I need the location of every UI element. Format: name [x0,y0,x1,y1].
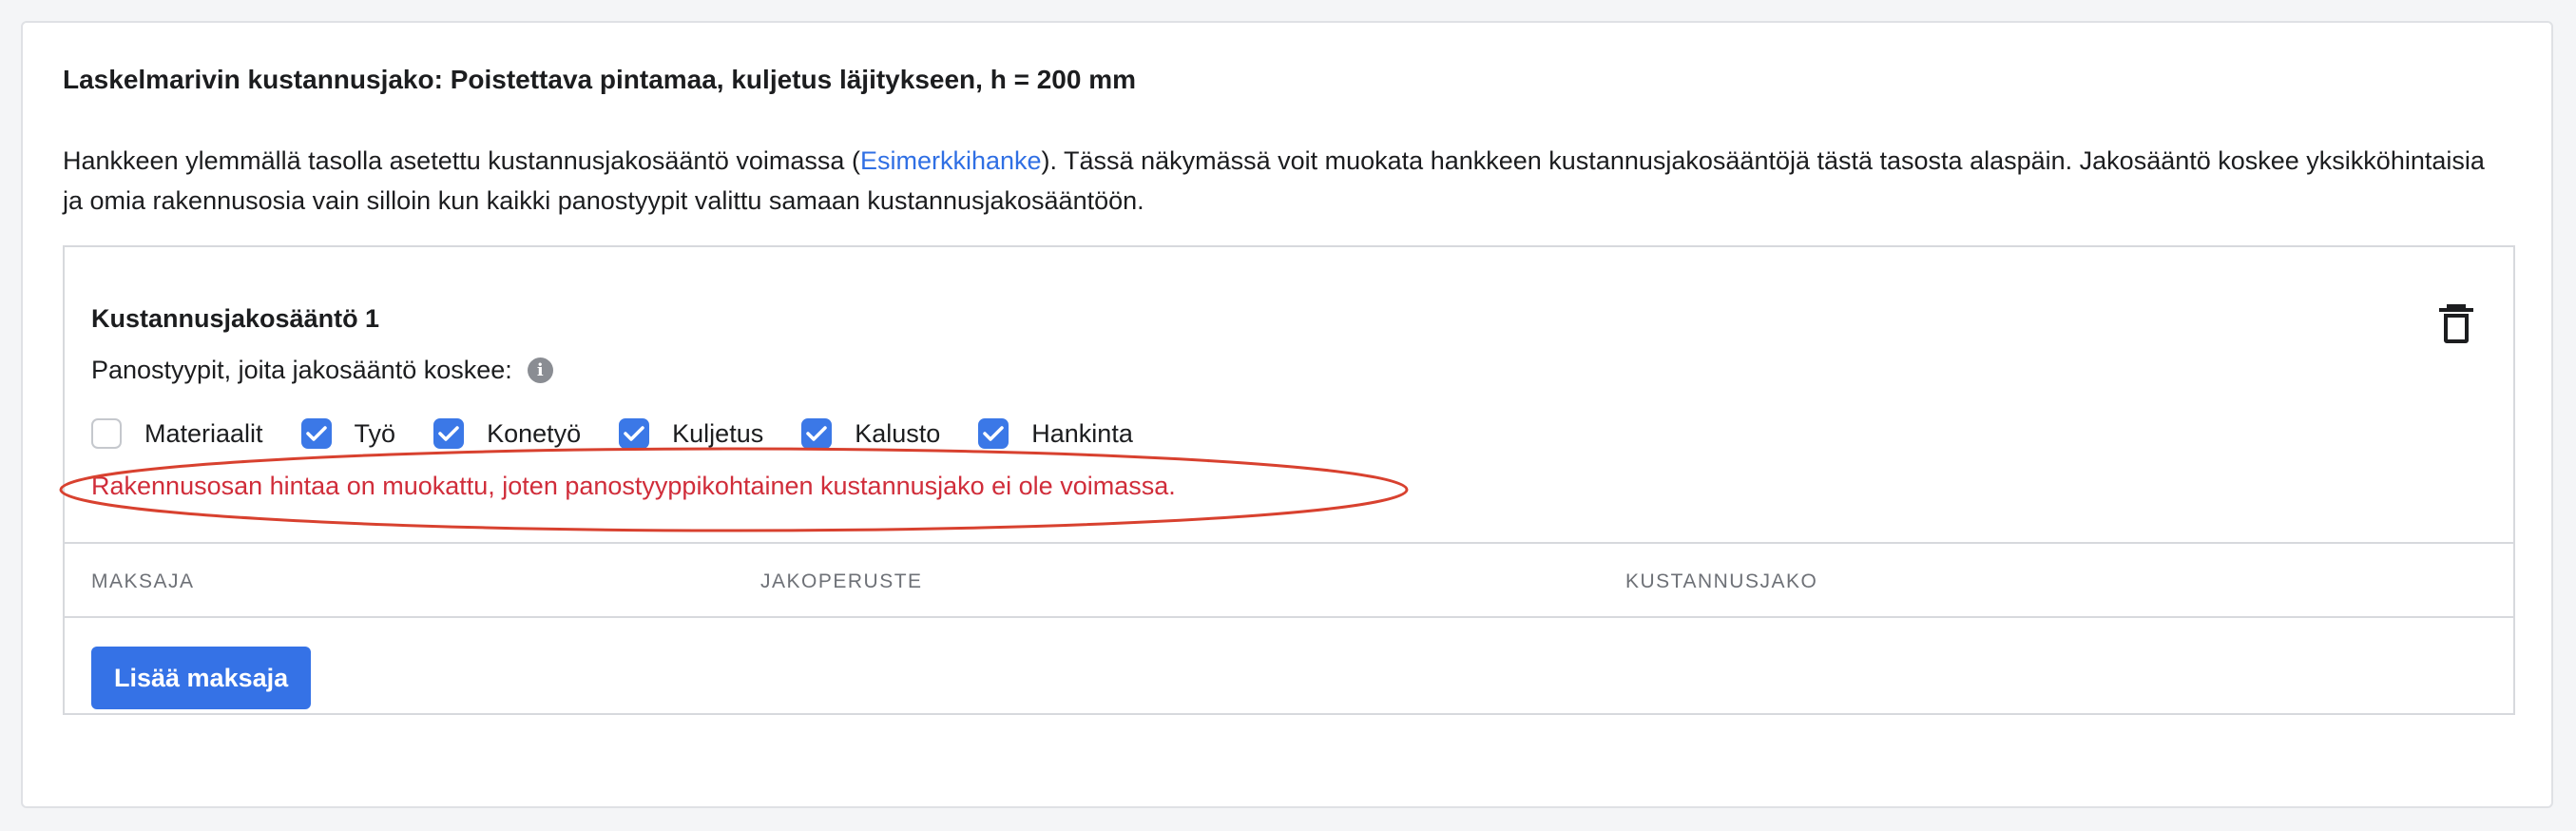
input-types-text: Panostyypit, joita jakosääntö koskee: [91,356,512,384]
checkbox-konetyo[interactable]: Konetyö [433,418,581,449]
checkmark-icon [624,426,644,441]
checkbox-kuljetus[interactable]: Kuljetus [619,418,763,449]
checkmark-icon [305,426,327,441]
checkbox-label-konetyo: Konetyö [487,418,582,448]
checkbox-label-materiaalit: Materiaalit [144,418,263,448]
input-types-label: Panostyypit, joita jakosääntö koskee: i [91,356,553,385]
column-header-split: KUSTANNUSJAKO [1625,570,1818,592]
column-header-payer: MAKSAJA [91,570,195,592]
checkmark-icon [983,426,1005,441]
checkbox-hankinta[interactable]: Hankinta [978,418,1133,449]
checkbox-box-kuljetus[interactable] [619,418,650,449]
checkbox-box-kalusto[interactable] [801,418,833,449]
description-text-before: Hankkeen ylemmällä tasolla asetettu kust… [63,146,860,175]
delete-rule-button[interactable] [2437,302,2475,344]
info-icon[interactable]: i [527,358,553,383]
checkbox-label-hankinta: Hankinta [1031,418,1133,448]
checkbox-label-tyo: Työ [354,418,396,448]
checkbox-label-kalusto: Kalusto [855,418,941,448]
rule-title: Kustannusjakosääntö 1 [91,304,380,333]
checkbox-box-konetyo[interactable] [433,418,465,449]
checkmark-icon [806,426,827,441]
checkbox-box-materiaalit[interactable] [91,418,122,449]
checkbox-box-tyo[interactable] [300,418,332,449]
error-message: Rakennusosan hintaa on muokattu, joten p… [91,472,1176,500]
project-link[interactable]: Esimerkkihanke [860,146,1042,175]
checkmark-icon [438,426,459,441]
section-description: Hankkeen ylemmällä tasolla asetettu kust… [63,141,2496,221]
column-header-basis: JAKOPERUSTE [760,570,923,592]
checkbox-materiaalit[interactable]: Materiaalit [91,418,263,449]
checkbox-kalusto[interactable]: Kalusto [801,418,940,449]
checkbox-label-kuljetus: Kuljetus [672,418,764,448]
payer-table-header: MAKSAJA JAKOPERUSTE KUSTANNUSJAKO [65,542,2513,618]
checkbox-box-hankinta[interactable] [978,418,1009,449]
trash-icon [2439,304,2473,343]
cost-rule-card: Kustannusjakosääntö 1 Panostyypit, joita… [59,245,2515,715]
cost-allocation-panel: Laskelmarivin kustannusjako: Poistettava… [21,21,2553,808]
checkbox-tyo[interactable]: Työ [300,418,396,449]
section-title: Laskelmarivin kustannusjako: Poistettava… [63,65,1137,94]
add-payer-button[interactable]: Lisää maksaja [91,647,312,709]
input-type-checkboxes: Materiaalit Työ Konetyö Kuljetus Kalusto… [91,418,1171,449]
